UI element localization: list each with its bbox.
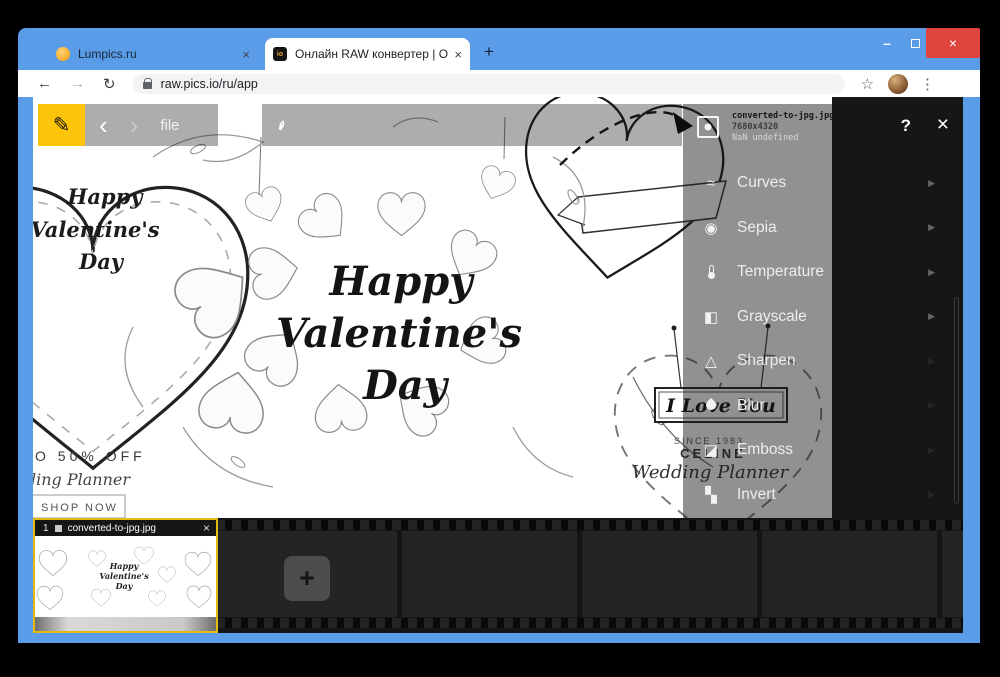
blur-drop-icon	[699, 397, 723, 414]
svg-text:Valentine's: Valentine's	[33, 217, 160, 242]
reload-icon[interactable]: ↻	[103, 75, 116, 93]
tab-close-icon[interactable]: ×	[242, 47, 250, 62]
svg-text:Day: Day	[78, 249, 125, 274]
filter-item-grayscale[interactable]: ◧ Grayscale ▶	[683, 295, 963, 340]
toolbar-history-group: ‹ › file	[85, 104, 218, 146]
thumbnail-scrollbar[interactable]	[35, 617, 216, 631]
svg-text:Happy: Happy	[329, 258, 476, 305]
filter-list: ≈ Curves ▶ ◉ Sepia ▶ Temperature ▶ ◧ Gra…	[683, 161, 963, 517]
svg-text:Happy: Happy	[66, 184, 144, 209]
filter-item-emboss[interactable]: ◪ Emboss ▶	[683, 428, 963, 473]
invert-icon: ▚	[699, 486, 723, 504]
filter-item-sepia[interactable]: ◉ Sepia ▶	[683, 206, 963, 251]
file-info: converted-to-jpg.jpg 7680x4320 NaN undef…	[732, 111, 834, 144]
filter-label: Temperature	[737, 263, 928, 281]
filter-label: Emboss	[737, 441, 928, 459]
toolbar-tools-group: ✒	[262, 104, 682, 146]
pen-icon: ✎	[53, 113, 71, 138]
svg-text:Day: Day	[362, 362, 450, 409]
emboss-icon: ◪	[699, 441, 723, 459]
bookmark-star-icon[interactable]: ☆	[861, 75, 874, 93]
filter-label: Curves	[737, 174, 928, 192]
thumbnail-preview[interactable]: Happy Valentine's Day	[35, 536, 216, 617]
filter-label: Blur	[737, 397, 928, 415]
url-text[interactable]: raw.pics.io/ru/app	[161, 77, 258, 91]
svg-text:Happy: Happy	[109, 561, 140, 571]
filter-label: Sharpen	[737, 352, 928, 370]
chevron-right-icon[interactable]: ▶	[928, 400, 935, 411]
tab-label: Онлайн RAW конвертер | Обра	[295, 47, 448, 61]
filters-panel: converted-to-jpg.jpg 7680x4320 NaN undef…	[683, 104, 963, 518]
tab-lumpics[interactable]: Lumpics.ru ×	[48, 38, 258, 70]
sharpen-icon: △	[699, 352, 723, 370]
pen-tool-button[interactable]: ✎	[38, 104, 85, 146]
help-button[interactable]: ?	[901, 116, 911, 136]
filter-item-blur[interactable]: Blur ▶	[683, 384, 963, 429]
browser-window: Lumpics.ru × io Онлайн RAW конвертер | О…	[18, 28, 980, 643]
grayscale-icon: ◧	[699, 308, 723, 326]
maximize-icon	[911, 39, 920, 48]
filter-label: Grayscale	[737, 308, 928, 326]
chevron-right-icon[interactable]: ▶	[928, 445, 935, 456]
new-tab-button[interactable]: +	[484, 42, 494, 62]
svg-text:Day: Day	[115, 581, 134, 591]
picsio-favicon-icon: io	[273, 47, 287, 61]
back-icon[interactable]: ←	[37, 75, 52, 92]
curves-icon: ≈	[699, 175, 723, 192]
filter-item-temperature[interactable]: Temperature ▶	[683, 250, 963, 295]
chevron-right-icon[interactable]: ▶	[928, 356, 935, 367]
thumbnail-filename: converted-to-jpg.jpg	[68, 523, 197, 534]
chevron-right-icon[interactable]: ▶	[928, 178, 935, 189]
panel-close-icon[interactable]: ×	[937, 113, 949, 137]
thumbnail-header: 1 converted-to-jpg.jpg ×	[35, 520, 216, 536]
url-bar[interactable]: raw.pics.io/ru/app	[133, 74, 845, 94]
svg-text:Wedding Planner: Wedding Planner	[33, 470, 131, 489]
thumbnail-card[interactable]: 1 converted-to-jpg.jpg ×	[33, 518, 218, 633]
filter-item-invert[interactable]: ▚ Invert ▶	[683, 473, 963, 518]
thumbnail-index: 1	[43, 523, 49, 534]
image-focus-icon	[697, 116, 719, 138]
redo-chevron-icon: ›	[130, 106, 139, 144]
svg-text:Valentine's: Valentine's	[276, 310, 522, 357]
filter-item-curves[interactable]: ≈ Curves ▶	[683, 161, 963, 206]
filter-label: Sepia	[737, 219, 928, 237]
svg-text:O 50% OFF: O 50% OFF	[35, 448, 146, 464]
sepia-icon: ◉	[699, 219, 723, 237]
browser-menu-icon[interactable]: ⋮	[920, 75, 935, 93]
window-close-button[interactable]: ×	[926, 28, 980, 58]
thumbnail-close-icon[interactable]: ×	[203, 521, 210, 535]
browser-titlebar: Lumpics.ru × io Онлайн RAW конвертер | О…	[18, 28, 980, 70]
window-minimize-button[interactable]: –	[874, 28, 900, 58]
panel-scrollbar[interactable]	[954, 297, 959, 504]
panel-header: converted-to-jpg.jpg 7680x4320 NaN undef…	[683, 104, 963, 150]
svg-text:SHOP NOW: SHOP NOW	[41, 502, 118, 514]
window-maximize-button[interactable]	[902, 28, 928, 58]
selected-square-icon	[55, 525, 62, 532]
thermometer-icon	[699, 264, 723, 281]
file-meta: NaN undefined	[732, 133, 834, 144]
eyedropper-icon[interactable]: ✒	[272, 116, 293, 134]
chevron-right-icon[interactable]: ▶	[928, 311, 935, 322]
file-dimensions: 7680x4320	[732, 122, 834, 133]
undo-chevron-icon[interactable]: ‹	[99, 106, 108, 144]
svg-text:Valentine's: Valentine's	[99, 571, 149, 581]
chevron-right-icon[interactable]: ▶	[928, 267, 935, 278]
filter-label: Invert	[737, 486, 928, 504]
file-name: converted-to-jpg.jpg	[732, 111, 834, 122]
add-image-button[interactable]: +	[284, 556, 330, 601]
filter-item-sharpen[interactable]: △ Sharpen ▶	[683, 339, 963, 384]
tab-close-icon[interactable]: ×	[454, 47, 462, 62]
chevron-right-icon[interactable]: ▶	[928, 222, 935, 233]
tab-raw-converter[interactable]: io Онлайн RAW конвертер | Обра ×	[265, 38, 470, 70]
file-menu-button[interactable]: file	[160, 117, 179, 134]
tab-label: Lumpics.ru	[78, 47, 236, 61]
browser-addressbar: ← → ↻ raw.pics.io/ru/app ☆ ⋮	[18, 70, 980, 97]
forward-icon[interactable]: →	[70, 75, 85, 92]
profile-avatar[interactable]	[888, 74, 908, 94]
editor-content: Happy Valentine's Day O 50% OFF Wedding …	[33, 97, 963, 633]
chevron-right-icon[interactable]: ▶	[928, 489, 935, 500]
lumpics-favicon-icon	[56, 47, 70, 61]
lock-icon	[143, 82, 152, 89]
